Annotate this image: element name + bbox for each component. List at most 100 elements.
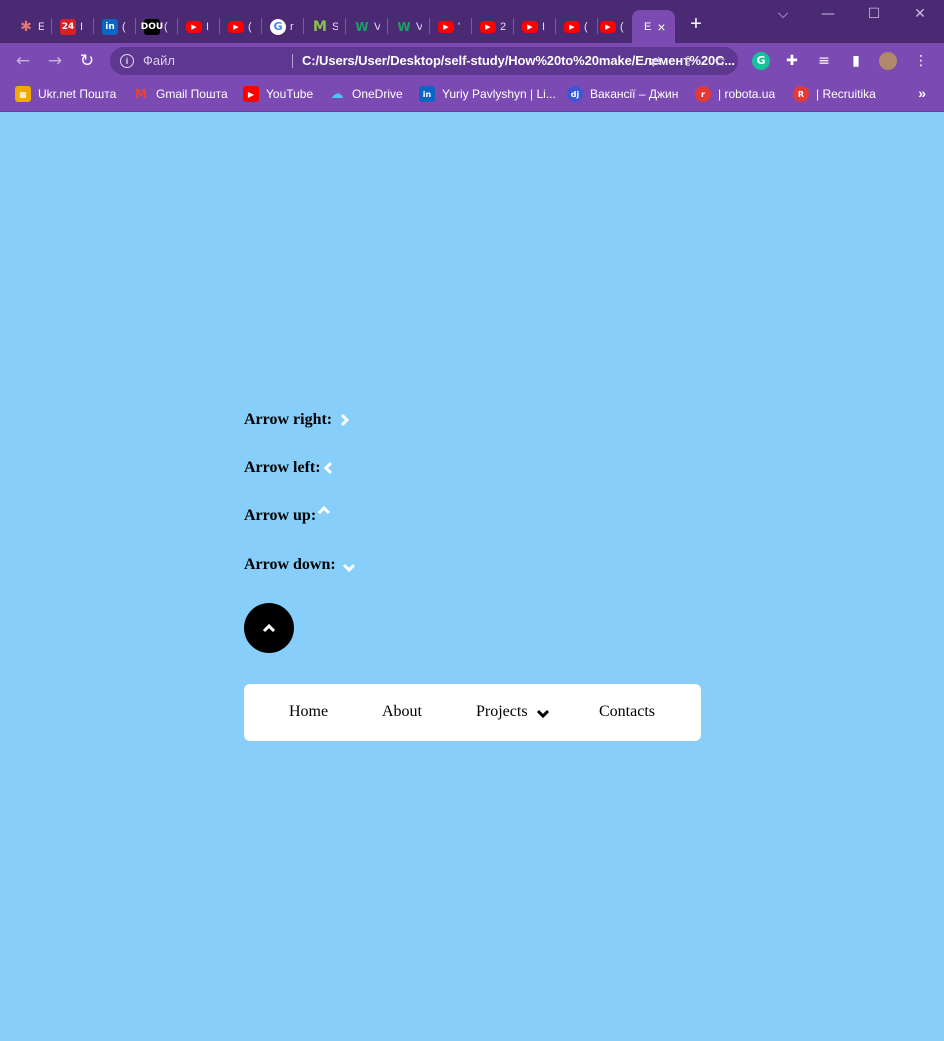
tab-strip: ✱ E 24 Iin(DOU(▶ I ▶(Gr M S W V W V ▶ ' ▶ 2 ▶ I ▶(▶( E × +… [0,0,944,43]
tab-title: r [290,20,294,33]
nav-link-about[interactable]: About [382,703,422,721]
browser-tab[interactable]: ▶( [220,10,261,43]
tab-title: ' [458,20,461,33]
browser-tab[interactable]: ✱ E [10,10,51,43]
browser-tab[interactable]: WV [346,10,387,43]
browser-tab[interactable]: 24 I [52,10,93,43]
tab-title: E [38,20,44,33]
forward-arrow-icon[interactable]: → [45,51,65,71]
tab-title: ( [248,20,252,33]
new-tab-button[interactable]: + [686,14,706,34]
recruitika-icon: R [793,86,809,102]
close-icon[interactable]: × [657,19,665,35]
youtube-icon: ▶ [228,20,244,33]
linkedin-icon: in [419,86,435,102]
bookmark-item[interactable]: dj Вакансії – Джин [567,85,678,103]
tab-title: ( [584,20,588,33]
linkedin-icon: in [102,18,118,35]
nav-link-home[interactable]: Home [289,703,328,721]
window-close-icon[interactable]: ✕ [910,6,930,22]
bookmark-label: | Recruitika [816,87,876,101]
reload-icon[interactable]: ↻ [77,51,97,71]
tab-title: V [416,20,422,33]
active-tab[interactable]: E × [632,10,675,43]
page-content: Arrow right: Arrow left: Arrow up: Arrow… [0,112,944,1041]
gmail-icon: M [135,87,147,101]
browser-tab[interactable]: WV [388,10,429,43]
file-label: Файл [143,53,175,68]
browser-tab[interactable]: ▶ I [178,10,219,43]
bookmark-item[interactable]: r | robota.ua [695,85,775,103]
translate-icon[interactable]: ⇄ [648,54,664,70]
browser-tab[interactable]: DOU( [136,10,177,43]
m-icon: M [313,18,327,35]
arrow-down-row: Arrow down: [244,555,356,575]
ukrnet-icon: ▦ [15,86,31,102]
bookmark-label: YouTube [266,87,314,101]
tab-title: V [374,20,380,33]
profile-avatar[interactable] [879,52,897,70]
bookmark-item[interactable]: in Yuriy Pavlyshyn | Li... [419,85,556,103]
address-bar[interactable]: i Файл C:/Users/User/Desktop/self-study/… [110,47,738,75]
info-icon[interactable]: i [120,54,134,68]
youtube-icon: ▶ [480,20,496,33]
browser-tab[interactable]: ▶ ' [430,10,471,43]
arrow-right-row: Arrow right: [244,411,352,429]
nav-dropdown-projects[interactable]: Projects [476,703,551,721]
dou-icon: DOU [141,18,163,35]
tab-title: S [332,20,338,33]
star-icon[interactable]: ☆ [712,54,728,70]
browser-tab[interactable]: Gr [262,10,303,43]
bookmark-label: Вакансії – Джин [590,87,679,101]
bookmark-label: OneDrive [352,87,403,101]
menu-kebab-icon[interactable]: ⋮ [912,52,930,70]
address-divider [292,54,293,68]
browser-tab[interactable]: ▶( [592,10,633,43]
24-icon: 24 [60,18,76,35]
arrow-left-label: Arrow left: [244,459,321,476]
extensions-puzzle-icon[interactable]: ✚ [783,52,801,70]
youtube-icon: ▶ [522,20,538,33]
bookmark-item[interactable]: ▶ YouTube [243,85,313,103]
bookmark-item[interactable]: ▦ Ukr.net Пошта [15,85,116,103]
share-icon[interactable]: ⇪ [680,54,696,70]
tab-title: ( [122,20,126,33]
browser-tab[interactable]: ▶ 2 [472,10,513,43]
tab-title: ( [620,20,624,33]
grammarly-icon[interactable]: G [752,52,770,70]
nav-link-contacts[interactable]: Contacts [599,703,655,721]
chevron-down-icon [342,563,355,573]
arrow-left-row: Arrow left: [244,459,336,477]
back-arrow-icon[interactable]: ← [13,51,33,71]
arrow-up-label: Arrow up: [244,507,317,524]
tab-title: 2 [500,20,506,33]
bookmarks-more-icon[interactable]: » [918,85,926,101]
onedrive-icon: ☁ [330,86,344,102]
tab-title: I [80,20,84,33]
nav-link-projects-label: Projects [476,703,528,720]
tab-title: ( [164,20,168,33]
browser-tab[interactable]: ▶ I [514,10,555,43]
media-control-icon[interactable]: ≡ [815,52,833,70]
chevron-up-icon [262,623,276,633]
side-panel-icon[interactable]: ▮ [847,52,865,70]
tab-search-icon[interactable]: ⌵ [773,6,793,22]
browser-tab[interactable]: MS [304,10,345,43]
bookmark-item[interactable]: M Gmail Пошта [133,85,228,103]
minimize-icon[interactable]: — [818,6,838,22]
arrow-up-row: Arrow up: [244,505,331,525]
url-text[interactable]: C:/Users/User/Desktop/self-study/How%20t… [302,53,742,68]
browser-toolbar: ← → ↻ i Файл C:/Users/User/Desktop/self-… [0,43,944,79]
robota-icon: r [695,86,711,102]
bookmark-item[interactable]: ☁ OneDrive [329,85,403,103]
w-icon: W [355,19,369,34]
browser-tab[interactable]: ▶( [556,10,597,43]
chevron-up-icon [318,505,331,515]
scroll-to-top-button[interactable] [244,603,294,653]
tab-title: I [206,20,210,33]
browser-tab[interactable]: in ( [94,10,135,43]
maximize-icon[interactable]: ☐ [864,6,884,22]
bookmark-item[interactable]: R | Recruitika [793,85,876,103]
google-icon: G [270,18,286,35]
youtube-icon: ▶ [243,86,259,102]
